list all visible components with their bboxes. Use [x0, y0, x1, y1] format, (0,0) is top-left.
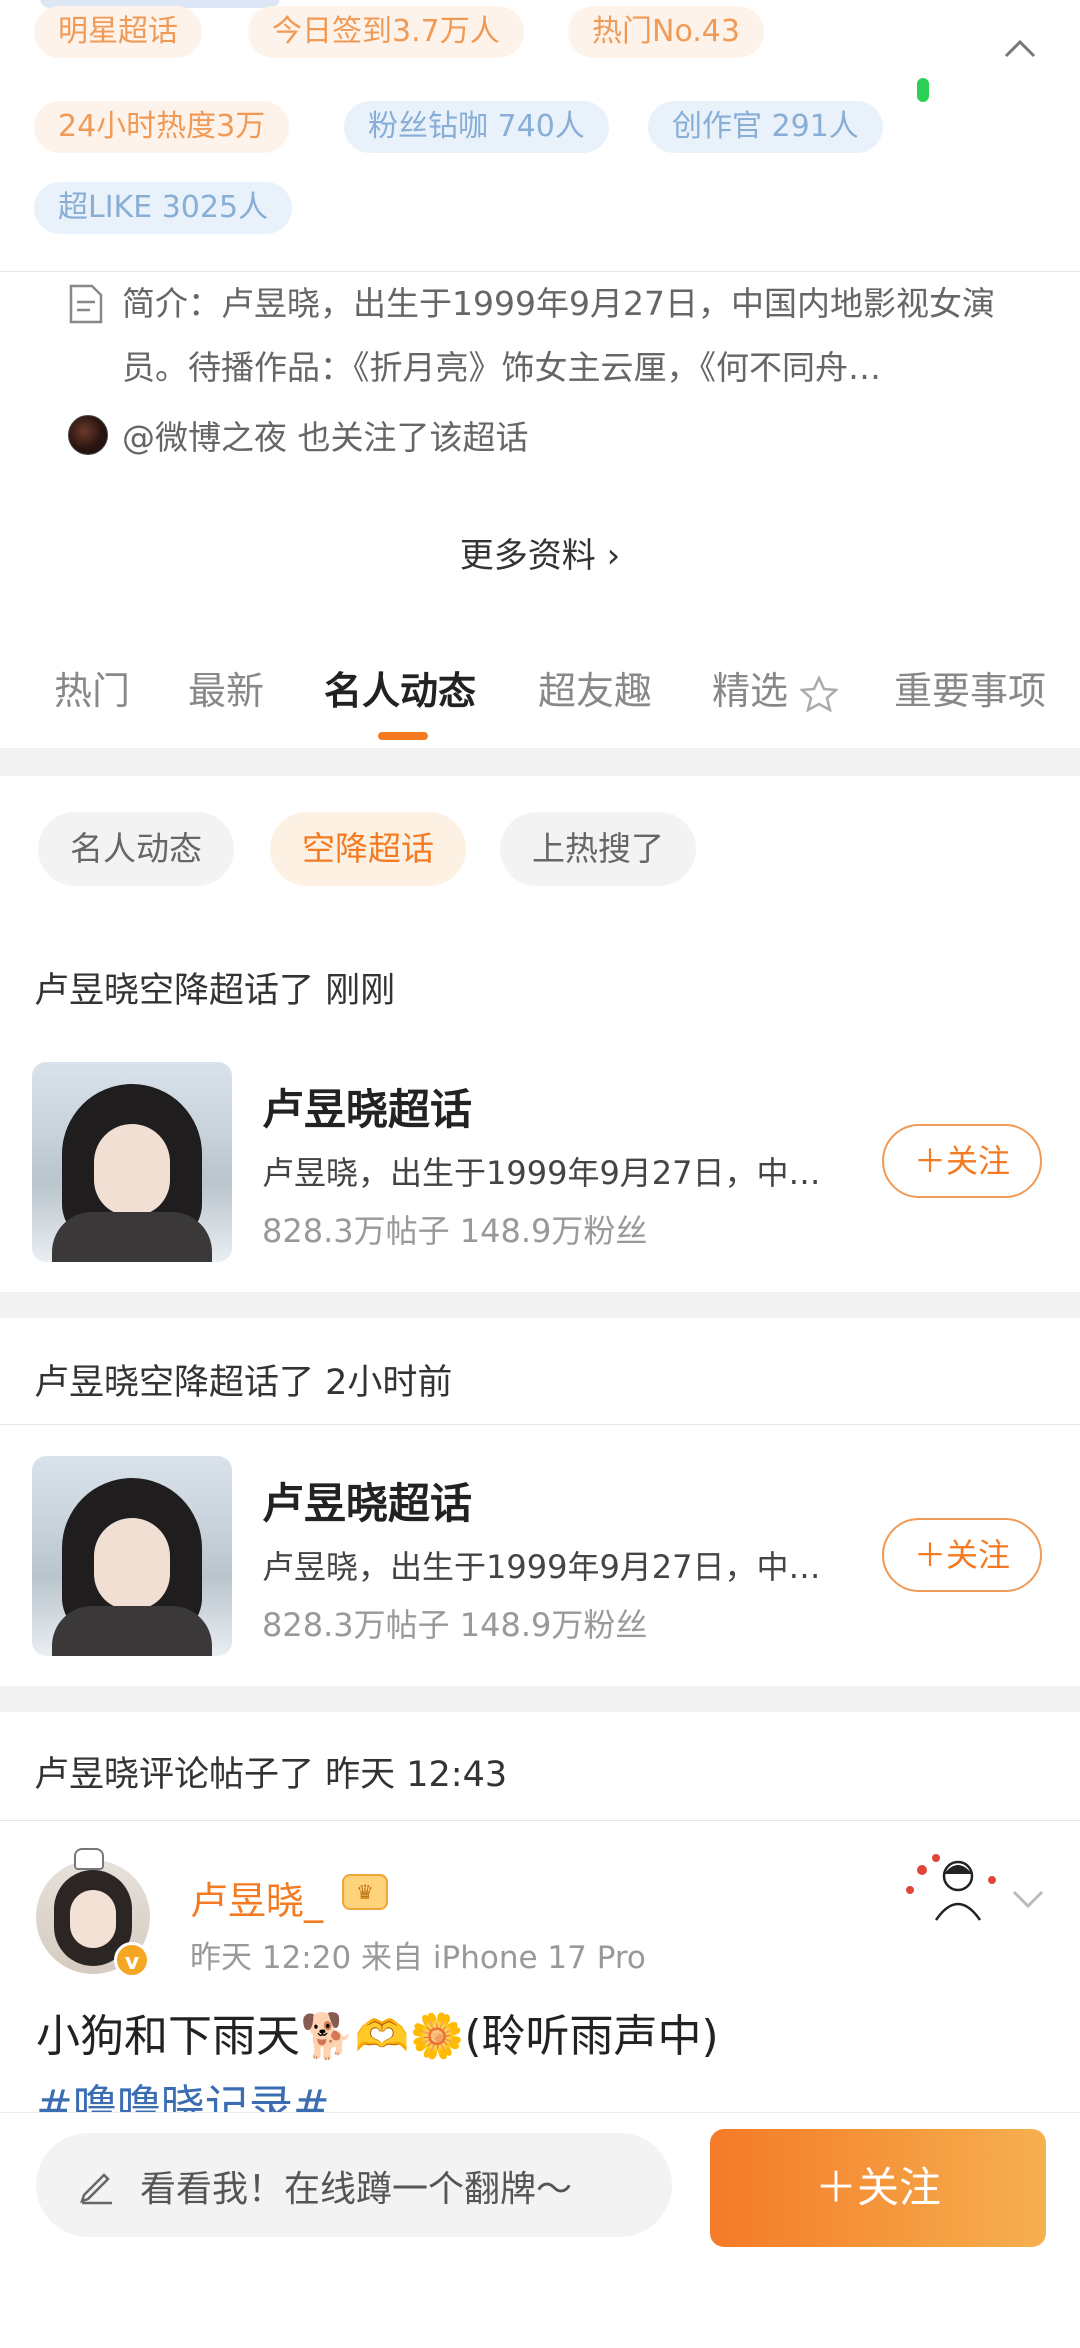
crown-icon: ♛ [342, 1874, 388, 1910]
chevron-up-icon[interactable] [1000, 28, 1040, 68]
follow-button[interactable]: ＋关注 [882, 1518, 1042, 1592]
follow-topic-button[interactable]: ＋关注 [710, 2129, 1046, 2247]
filter-bar: 名人动态 空降超话 上热搜了 [0, 812, 1080, 888]
section-gap [0, 1292, 1080, 1318]
supertopic-card[interactable]: 卢昱晓超话 卢昱晓，出生于1999年9月27日，中国内地影视女演员 828.3万… [0, 1456, 1080, 1656]
card-name: 卢昱晓超话 [262, 1479, 473, 1528]
post-content: 小狗和下雨天🐕🫶🌼(聆听雨声中) [36, 2011, 719, 2062]
tab-fun[interactable]: 超友趣 [538, 660, 652, 715]
verified-badge-icon: v [114, 1942, 150, 1978]
filter-airdrop[interactable]: 空降超话 [270, 812, 466, 886]
avatar-pendant-icon [74, 1848, 104, 1870]
filter-celebrity[interactable]: 名人动态 [38, 812, 234, 886]
card-stats: 828.3万帖子 148.9万粉丝 [262, 1606, 648, 1644]
card-name: 卢昱晓超话 [262, 1085, 473, 1134]
star-icon [799, 674, 840, 712]
card-desc: 卢昱晓，出生于1999年9月27日，中国内地影视女演员 [262, 1154, 852, 1192]
post-header: v 卢昱晓_ ♛ 昨天 12:20 来自 iPhone 17 Pro [0, 1840, 1080, 1980]
tab-celebrity[interactable]: 名人动态 [324, 660, 476, 715]
chevron-down-icon[interactable] [1010, 1884, 1046, 1914]
feed-item-title: 卢昱晓空降超话了 2小时前 [34, 1363, 453, 1403]
feed-item-title: 卢昱晓评论帖子了 昨天 12:43 [34, 1755, 508, 1795]
document-icon [69, 284, 103, 324]
supertopic-card[interactable]: 卢昱晓超话 卢昱晓，出生于1999年9月27日，中国内地影视女演员 828.3万… [0, 1062, 1080, 1262]
tab-bar: 热门 最新 名人动态 超友趣 精选 重要事项 [0, 660, 1080, 740]
tag-chip[interactable]: 明星超话 [34, 6, 202, 58]
compose-placeholder: 看看我！在线蹲一个翻牌～ [140, 2169, 573, 2210]
also-follow-text: @微博之夜 也关注了该超话 [122, 418, 529, 457]
avatar [68, 415, 108, 455]
supertopic-tags: 明星超话 今日签到3.7万人 热门No.43 24小时热度3万 粉丝钻咖 740… [0, 0, 1080, 272]
more-info-link[interactable]: 更多资料 › [0, 528, 1080, 577]
follow-button[interactable]: ＋关注 [882, 1124, 1042, 1198]
filter-trending[interactable]: 上热搜了 [500, 812, 696, 886]
tab-latest[interactable]: 最新 [188, 660, 264, 715]
post-meta: 昨天 12:20 来自 iPhone 17 Pro [190, 1940, 646, 1976]
tab-hot[interactable]: 热门 [54, 660, 130, 715]
divider [0, 1424, 1080, 1425]
divider [0, 1820, 1080, 1821]
tag-chip[interactable]: 创作官 291人 [648, 101, 883, 153]
pen-icon [80, 2173, 112, 2205]
section-gap [0, 748, 1080, 776]
scroll-indicator [917, 78, 929, 102]
compose-input[interactable]: 看看我！在线蹲一个翻牌～ [36, 2133, 672, 2237]
post-author[interactable]: 卢昱晓_ [190, 1870, 323, 1925]
bottom-action-bar: 看看我！在线蹲一个翻牌～ ＋关注 [0, 2112, 1080, 2348]
tag-chip[interactable]: 超LIKE 3025人 [34, 182, 293, 234]
topic-cover-image [32, 1062, 232, 1262]
feed-item-title: 卢昱晓空降超话了 刚刚 [34, 971, 396, 1011]
topic-cover-image [32, 1456, 232, 1656]
tab-underline [378, 732, 428, 740]
topic-intro: 简介：卢昱晓，出生于1999年9月27日，中国内地影视女演员。待播作品：《折月亮… [122, 284, 995, 387]
card-desc: 卢昱晓，出生于1999年9月27日，中国内地影视女演员 [262, 1548, 852, 1586]
hashtag-link[interactable]: #噜噜晓记录# [36, 2070, 330, 2112]
tag-chip[interactable]: 粉丝钻咖 740人 [344, 101, 609, 153]
tag-chip[interactable]: 今日签到3.7万人 [248, 6, 524, 58]
section-gap [0, 1686, 1080, 1712]
tag-chip[interactable]: 24小时热度3万 [34, 101, 290, 153]
tab-featured[interactable]: 精选 [712, 660, 840, 715]
also-follow-row[interactable]: @微博之夜 也关注了该超话 [68, 410, 529, 460]
sticker-icon [906, 1854, 996, 1921]
tab-important[interactable]: 重要事项 [894, 660, 1046, 715]
card-stats: 828.3万帖子 148.9万粉丝 [262, 1212, 648, 1250]
tag-chip[interactable]: 热门No.43 [568, 6, 764, 58]
tab-featured-label: 精选 [712, 669, 789, 713]
